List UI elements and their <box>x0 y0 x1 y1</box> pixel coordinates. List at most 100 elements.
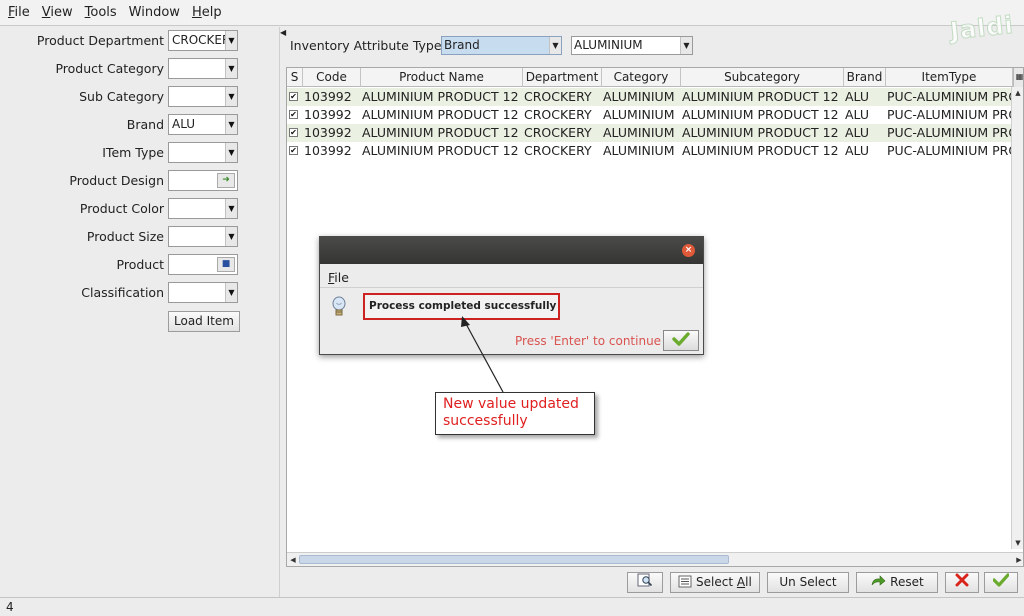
checkmark-icon <box>672 332 690 346</box>
lookup-icon[interactable]: ■ <box>217 257 235 272</box>
cell-code: 103992 <box>304 125 352 140</box>
product-design-lookup-field[interactable]: ➜ <box>168 170 238 191</box>
filter-sub-category: Sub Category ▼ <box>0 86 280 108</box>
dialog-title-bar[interactable]: × <box>320 237 703 264</box>
brand-select[interactable]: ALU ▼ <box>168 114 238 135</box>
dialog-message: Process completed successfully <box>363 293 560 320</box>
product-category-select[interactable]: ▼ <box>168 58 238 79</box>
classification-select[interactable]: ▼ <box>168 282 238 303</box>
menu-view[interactable]: View <box>38 5 77 20</box>
cell-brand: ALU <box>845 125 870 140</box>
select-all-button[interactable]: Select All <box>670 572 760 593</box>
horizontal-scrollbar[interactable]: ◀ ▶ <box>287 552 1023 566</box>
filter-product-design: Product Design ➜ <box>0 170 280 192</box>
chevron-down-icon[interactable]: ▼ <box>549 37 561 54</box>
scroll-right-icon[interactable]: ▶ <box>1013 554 1023 566</box>
item-type-select[interactable]: ▼ <box>168 142 238 163</box>
chevron-down-icon[interactable]: ▼ <box>225 283 237 302</box>
cell-subcategory: ALUMINIUM PRODUCT 12 <box>682 107 839 122</box>
attribute-type-select[interactable]: Brand ▼ <box>441 36 562 55</box>
table-row[interactable]: ✔ 103992 ALUMINIUM PRODUCT 12 CROCKERY ALUMI… <box>287 142 1012 160</box>
load-item-button[interactable]: Load Item <box>168 311 240 332</box>
cell-brand: ALU <box>845 89 870 104</box>
table-row[interactable]: ✔ 103992 ALUMINIUM PRODUCT 12 CROCKERY ALUMI… <box>287 106 1012 124</box>
row-checkbox[interactable]: ✔ <box>289 110 298 119</box>
reset-label: Reset <box>890 575 924 589</box>
cell-subcategory: ALUMINIUM PRODUCT 12 <box>682 89 839 104</box>
action-bar: Select All Un Select Reset <box>0 570 1024 596</box>
cell-department: CROCKERY <box>524 125 592 140</box>
table-row[interactable]: ✔ 103992 ALUMINIUM PRODUCT 12 CROCKERY ALUMI… <box>287 88 1012 106</box>
chevron-down-icon[interactable]: ▼ <box>225 199 237 218</box>
row-checkbox[interactable]: ✔ <box>289 92 298 101</box>
close-icon[interactable]: × <box>682 244 695 257</box>
col-code[interactable]: Code <box>303 68 361 87</box>
filter-item-type: ITem Type ▼ <box>0 142 280 164</box>
scroll-left-icon[interactable]: ◀ <box>287 554 299 566</box>
filter-value: ALU <box>172 117 196 131</box>
scroll-down-icon[interactable]: ▼ <box>1012 537 1023 549</box>
select-all-label-rest: ll <box>745 575 752 589</box>
col-select[interactable]: S <box>287 68 303 87</box>
product-department-select[interactable]: CROCKERY ▼ <box>168 30 238 51</box>
filter-product-department: Product Department CROCKERY ▼ <box>0 30 280 52</box>
unselect-button[interactable]: Un Select <box>767 572 849 593</box>
filter-label: ITem Type <box>102 145 164 160</box>
lightbulb-icon <box>332 296 346 316</box>
filter-label: Classification <box>81 285 164 300</box>
confirm-button[interactable] <box>984 572 1018 593</box>
chevron-down-icon[interactable]: ▼ <box>680 37 692 54</box>
cell-category: ALUMINIUM <box>603 125 675 140</box>
filter-product-category: Product Category ▼ <box>0 58 280 80</box>
attribute-value-select[interactable]: ALUMINIUM ▼ <box>571 36 693 55</box>
chevron-down-icon[interactable]: ▼ <box>225 87 237 106</box>
cell-code: 103992 <box>304 89 352 104</box>
menu-file[interactable]: File <box>4 5 34 20</box>
col-department[interactable]: Department <box>523 68 602 87</box>
table-row[interactable]: ✔ 103992 ALUMINIUM PRODUCT 12 CROCKERY ALUMI… <box>287 124 1012 142</box>
cell-department: CROCKERY <box>524 143 592 158</box>
col-subcategory[interactable]: Subcategory <box>681 68 844 87</box>
product-lookup-field[interactable]: ■ <box>168 254 238 275</box>
lookup-icon[interactable]: ➜ <box>217 173 235 188</box>
chevron-down-icon[interactable]: ▼ <box>225 59 237 78</box>
dialog-ok-button[interactable] <box>663 330 699 351</box>
sub-category-select[interactable]: ▼ <box>168 86 238 107</box>
filter-label: Product Department <box>36 33 164 48</box>
chevron-down-icon[interactable]: ▼ <box>225 143 237 162</box>
col-product-name[interactable]: Product Name <box>361 68 523 87</box>
horizontal-scroll-thumb[interactable] <box>299 555 729 564</box>
menu-window[interactable]: Window <box>125 5 184 20</box>
cell-department: CROCKERY <box>524 89 592 104</box>
row-checkbox[interactable]: ✔ <box>289 128 298 137</box>
cell-name: ALUMINIUM PRODUCT 12 <box>362 89 519 104</box>
table-header: S Code Product Name Department Category … <box>287 68 1023 87</box>
col-itemtype[interactable]: ItemType <box>886 68 1013 87</box>
scroll-up-icon[interactable]: ▲ <box>1012 87 1023 99</box>
dialog-menu-file[interactable]: File <box>328 270 349 285</box>
filter-panel: Product Department CROCKERY ▼ Product Categ… <box>0 27 280 597</box>
product-color-select[interactable]: ▼ <box>168 198 238 219</box>
row-checkbox[interactable]: ✔ <box>289 146 298 155</box>
filter-label: Brand <box>126 117 164 132</box>
column-chooser-icon[interactable]: ▦ <box>1013 68 1023 87</box>
menu-help[interactable]: Help <box>188 5 226 20</box>
preview-button[interactable] <box>627 572 663 593</box>
chevron-down-icon[interactable]: ▼ <box>225 115 237 134</box>
menu-tools[interactable]: Tools <box>81 5 121 20</box>
dialog-divider <box>320 287 703 288</box>
filter-product-size: Product Size ▼ <box>0 226 280 248</box>
cancel-button[interactable] <box>945 572 979 593</box>
magnifier-icon <box>637 573 653 587</box>
reset-button[interactable]: Reset <box>856 572 938 593</box>
filter-label: Product Color <box>79 201 164 216</box>
chevron-down-icon[interactable]: ▼ <box>225 31 237 50</box>
chevron-down-icon[interactable]: ▼ <box>225 227 237 246</box>
col-brand[interactable]: Brand <box>844 68 886 87</box>
filter-product-color: Product Color ▼ <box>0 198 280 220</box>
vertical-scrollbar[interactable]: ▲ ▼ <box>1011 87 1023 549</box>
cell-itemtype: PUC-ALUMINIUM PRO <box>887 107 1012 122</box>
col-category[interactable]: Category <box>602 68 681 87</box>
close-icon <box>955 573 969 587</box>
product-size-select[interactable]: ▼ <box>168 226 238 247</box>
